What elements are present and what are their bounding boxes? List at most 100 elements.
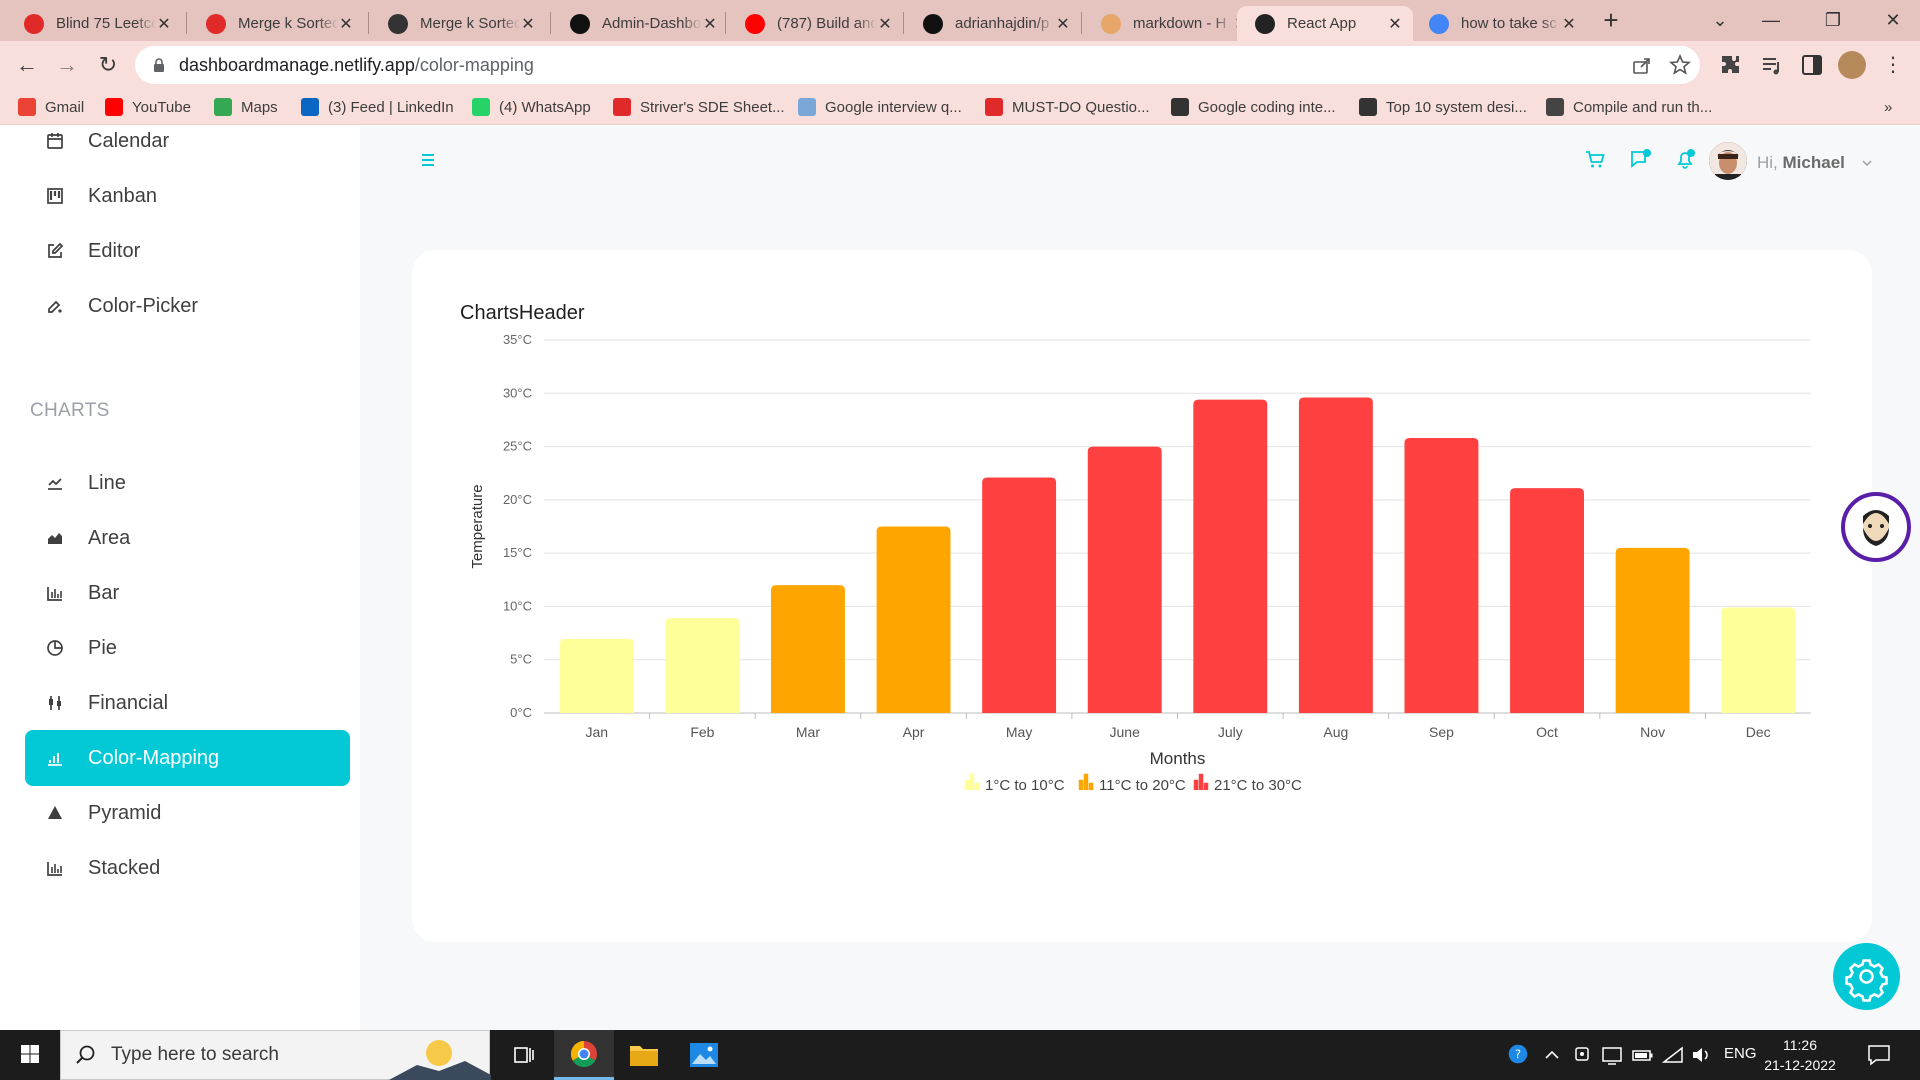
display-icon[interactable] [1601, 1044, 1623, 1066]
task-view-button[interactable] [494, 1030, 554, 1080]
bookmark-item[interactable]: Google interview q... [798, 96, 962, 118]
google-icon [1429, 13, 1449, 34]
bookmark-item[interactable]: (4) WhatsApp [472, 96, 591, 118]
chart-bar[interactable] [1615, 547, 1690, 713]
sidebar-item-pie[interactable]: Pie [25, 620, 350, 676]
sidebar: Calendar Kanban Editor Color-Picker CHARTS … [0, 126, 360, 1030]
share-icon[interactable] [1631, 54, 1653, 76]
browser-tab[interactable]: React App ✕ [1237, 6, 1413, 41]
chart-bar[interactable] [1298, 397, 1373, 713]
reload-button[interactable]: ↻ [93, 50, 123, 80]
bookmark-label: Google coding inte... [1198, 98, 1336, 116]
sidebar-item-editor[interactable]: Editor [25, 223, 350, 279]
bookmark-item[interactable]: Compile and run th... [1546, 96, 1712, 118]
volume-icon[interactable] [1690, 1044, 1712, 1066]
browser-tab[interactable]: adrianhajdin/p ✕ [905, 6, 1081, 41]
sidebar-item-area[interactable]: Area [25, 510, 350, 566]
extensions-icon[interactable] [1719, 53, 1743, 77]
sidebar-item-color-mapping[interactable]: Color-Mapping [25, 730, 350, 786]
system-clock[interactable]: 11:26 21-12-2022 [1755, 1035, 1845, 1075]
taskbar-file-explorer-button[interactable] [614, 1030, 674, 1080]
bookmark-item[interactable]: Google coding inte... [1171, 96, 1336, 118]
close-tab-icon[interactable]: ✕ [156, 14, 172, 34]
browser-tab[interactable]: how to take sc ✕ [1411, 6, 1587, 41]
close-tab-icon[interactable]: ✕ [338, 14, 354, 34]
user-greeting[interactable]: Hi, Michael [1757, 153, 1845, 173]
floating-profile-avatar[interactable] [1841, 492, 1911, 562]
back-button[interactable]: ← [12, 50, 42, 80]
new-tab-button[interactable]: + [1596, 6, 1626, 36]
bookmark-label: (3) Feed | LinkedIn [328, 98, 454, 116]
side-panel-icon[interactable] [1800, 53, 1824, 77]
close-tab-icon[interactable]: ✕ [520, 14, 536, 34]
browser-tab[interactable]: Blind 75 Leetcode✕ [6, 6, 182, 41]
chart-bar[interactable] [771, 585, 845, 713]
menu-toggle-icon[interactable] [416, 148, 440, 172]
sidebar-item-label: Pyramid [88, 801, 162, 824]
legend-item[interactable]: 21°C to 30°C [1193, 773, 1302, 794]
sidebar-item-pyramid[interactable]: Pyramid [25, 785, 350, 841]
reading-list-icon[interactable] [1760, 53, 1784, 77]
device-icon[interactable] [1572, 1044, 1592, 1066]
browser-menu-icon[interactable]: ⋮ [1878, 50, 1908, 80]
chart-bar[interactable] [876, 526, 951, 714]
chart-bar[interactable] [559, 638, 634, 713]
taskbar-search-box[interactable]: Type here to search [60, 1030, 491, 1080]
close-tab-icon[interactable]: ✕ [877, 14, 893, 34]
taskbar-chrome-button[interactable] [554, 1030, 614, 1080]
sidebar-icon-wrapper [45, 528, 65, 548]
chart-bar[interactable] [982, 477, 1057, 713]
maximize-icon[interactable]: ❐ [1818, 6, 1848, 36]
language-indicator[interactable]: ENG [1724, 1045, 1757, 1067]
battery-icon[interactable] [1632, 1044, 1654, 1066]
close-tab-icon[interactable]: ✕ [1387, 14, 1403, 34]
wifi-icon[interactable] [1662, 1044, 1684, 1066]
more-bookmarks-button[interactable]: » [1884, 96, 1892, 118]
sidebar-item-line[interactable]: Line [25, 455, 350, 511]
chart-bar[interactable] [1721, 607, 1796, 713]
chevron-down-icon[interactable] [1860, 156, 1874, 170]
help-icon[interactable]: ? [1505, 1043, 1531, 1065]
tab-search-chevron-icon[interactable]: ⌄ [1705, 6, 1735, 36]
close-tab-icon[interactable]: ✕ [1055, 14, 1071, 34]
chart-bar[interactable] [1510, 488, 1584, 713]
cart-icon[interactable] [1582, 146, 1608, 172]
legend-label: 21°C to 30°C [1214, 777, 1302, 794]
notification-center-icon[interactable] [1866, 1042, 1892, 1068]
sidebar-item-bar[interactable]: Bar [25, 565, 350, 621]
chart-bar[interactable] [1404, 438, 1479, 713]
chevron-up-icon[interactable] [1543, 1044, 1561, 1066]
forward-button[interactable]: → [52, 50, 82, 80]
bookmark-item[interactable]: Striver's SDE Sheet... [613, 96, 785, 118]
tab-title: Blind 75 Leetcode [56, 15, 156, 32]
sidebar-item-stacked[interactable]: Stacked [25, 840, 350, 896]
windows-start-icon[interactable] [10, 1040, 50, 1070]
close-tab-icon[interactable]: ✕ [1561, 14, 1577, 34]
bookmark-star-icon[interactable] [1669, 54, 1691, 76]
profile-avatar[interactable] [1838, 51, 1866, 79]
minimize-icon[interactable]: — [1756, 6, 1786, 36]
bookmark-item[interactable]: Top 10 system desi... [1359, 96, 1527, 118]
address-bar[interactable]: dashboardmanage.netlify.app/color-mappin… [135, 46, 1700, 84]
chart-bar[interactable] [1087, 446, 1162, 713]
sidebar-item-calendar[interactable]: Calendar [25, 113, 350, 169]
close-window-icon[interactable]: ✕ [1878, 6, 1908, 36]
browser-tab[interactable]: markdown - H✕ [1083, 6, 1259, 41]
bookmark-item[interactable]: MUST-DO Questio... [985, 96, 1150, 118]
browser-tab[interactable]: (787) Build and ✕ [727, 6, 903, 41]
chart-bar[interactable] [1193, 399, 1268, 713]
settings-button[interactable] [1833, 943, 1900, 1010]
line-chart-icon [48, 478, 62, 490]
sidebar-item-financial[interactable]: Financial [25, 675, 350, 731]
sidebar-item-color-picker[interactable]: Color-Picker [25, 278, 350, 334]
sidebar-item-kanban[interactable]: Kanban [25, 168, 350, 224]
browser-tab[interactable]: Admin-Dashboard✕ [552, 6, 728, 41]
chart-bar[interactable] [665, 618, 740, 713]
browser-tab[interactable]: Merge k Sorted ✕ [188, 6, 364, 41]
browser-tab[interactable]: Merge k Sorted ✕ [370, 6, 546, 41]
user-avatar[interactable] [1709, 142, 1747, 180]
taskbar-photos-button[interactable] [674, 1030, 734, 1080]
close-tab-icon[interactable]: ✕ [702, 14, 718, 34]
legend-item[interactable]: 11°C to 20°C [1078, 773, 1186, 794]
legend-item[interactable]: 1°C to 10°C [964, 773, 1065, 794]
